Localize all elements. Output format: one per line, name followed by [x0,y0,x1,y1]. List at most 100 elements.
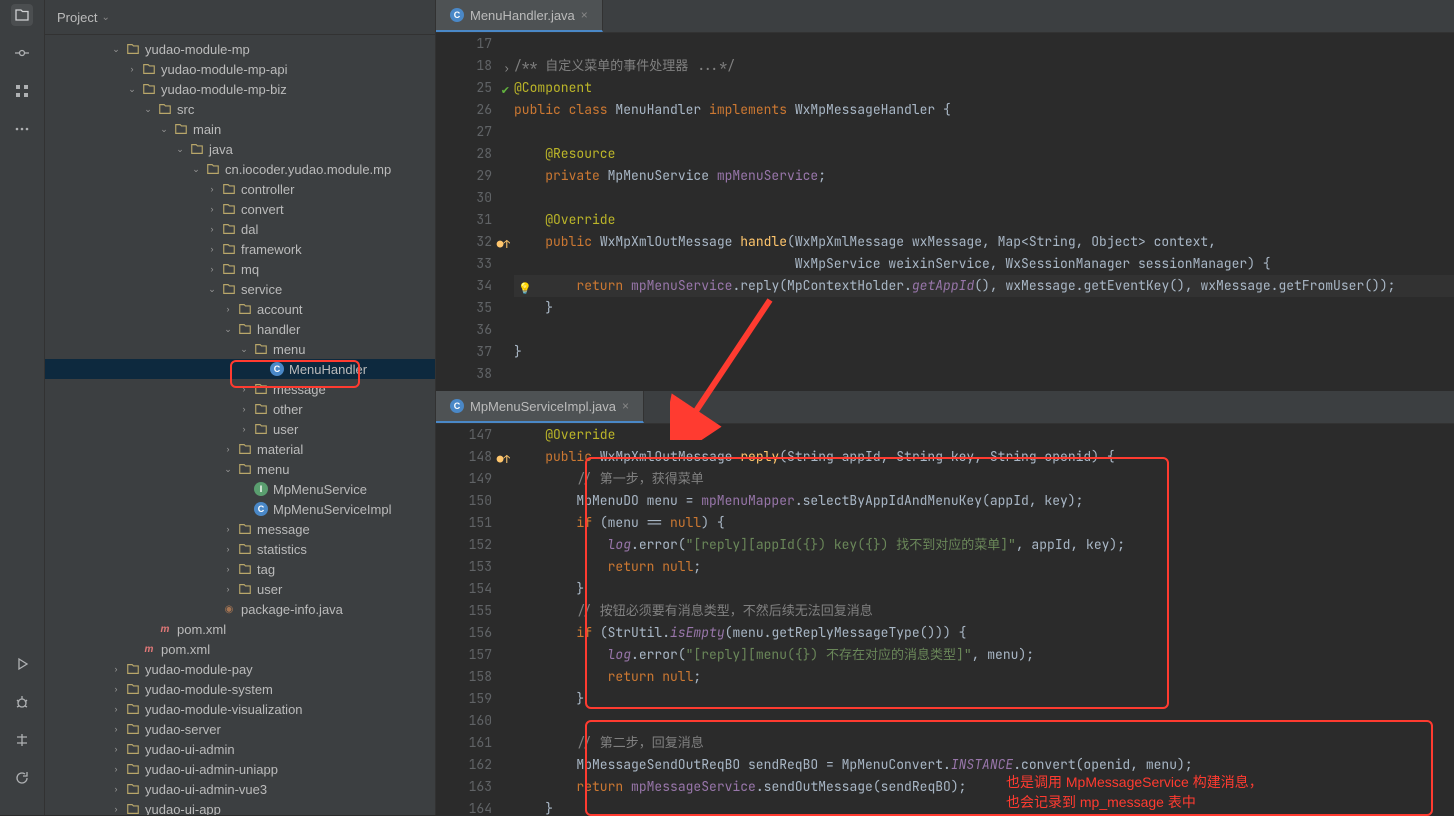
tree-row[interactable]: ⌄yudao-module-mp-biz [45,79,435,99]
tabbar-top: C MenuHandler.java × [436,0,1454,33]
tree-row[interactable]: ›mq [45,259,435,279]
tree-row[interactable]: ⌄handler [45,319,435,339]
tree-row[interactable]: ›controller [45,179,435,199]
tree-row[interactable]: ›tag [45,559,435,579]
tree-row[interactable]: ⌄main [45,119,435,139]
run-icon[interactable] [11,653,33,675]
tree-label: MpMenuServiceImpl [273,502,392,517]
tree-row[interactable]: ◉package-info.java [45,599,435,619]
folder-icon [253,421,269,437]
debug-icon[interactable] [11,691,33,713]
tree-row[interactable]: ›message [45,519,435,539]
folder-icon [125,741,141,757]
tree-row[interactable]: ⌄service [45,279,435,299]
tree-row[interactable]: mpom.xml [45,619,435,639]
tree-row[interactable]: ›yudao-ui-admin [45,739,435,759]
folder-icon [253,401,269,417]
build-icon[interactable] [11,729,33,751]
tree-row[interactable]: ›account [45,299,435,319]
tabbar-bottom: C MpMenuServiceImpl.java × [436,391,1454,424]
folder-icon [237,541,253,557]
tree-label: yudao-ui-admin [145,742,235,757]
tree-label: pom.xml [161,642,210,657]
folder-icon [221,241,237,257]
project-sidebar: Project ⌄ ⌄yudao-module-mp›yudao-module-… [45,0,436,815]
tree-label: material [257,442,303,457]
tree-row[interactable]: ›message [45,379,435,399]
tree-label: cn.iocoder.yudao.module.mp [225,162,391,177]
refresh-icon[interactable] [11,767,33,789]
maven-icon: m [141,641,157,657]
tree-row[interactable]: ›yudao-module-visualization [45,699,435,719]
tree-row[interactable]: IMpMenuService [45,479,435,499]
tree-row[interactable]: CMenuHandler [45,359,435,379]
folder-icon [237,521,253,537]
tree-label: src [177,102,194,117]
folder-icon [237,441,253,457]
project-tree[interactable]: ⌄yudao-module-mp›yudao-module-mp-api⌄yud… [45,35,435,815]
tree-row[interactable]: ›material [45,439,435,459]
tree-label: yudao-module-mp [145,42,250,57]
tab-label: MenuHandler.java [470,8,575,23]
tree-label: MenuHandler [289,362,367,377]
tree-row[interactable]: C MpMenuServiceImpl [45,499,435,519]
tab-label: MpMenuServiceImpl.java [470,399,616,414]
folder-icon [125,701,141,717]
folder-icon [221,281,237,297]
tree-row[interactable]: ›yudao-module-mp-api [45,59,435,79]
maven-icon: m [157,621,173,637]
tab-mpmenuserviceimpl[interactable]: C MpMenuServiceImpl.java × [436,391,644,423]
folder-icon [237,581,253,597]
folder-icon [157,101,173,117]
code-editor-top[interactable]: 1718›25✔26272829303132●↑3334💡35363738 /*… [436,33,1454,391]
tree-row[interactable]: ›yudao-ui-admin-uniapp [45,759,435,779]
tree-row[interactable]: m pom.xml [45,639,435,659]
tree-row[interactable]: ›user [45,419,435,439]
structure-icon[interactable] [11,80,33,102]
tab-menuhandler[interactable]: C MenuHandler.java × [436,0,603,32]
folder-icon [173,121,189,137]
tree-row[interactable]: ›convert [45,199,435,219]
tree-row[interactable]: ⌄src [45,99,435,119]
folder-icon [125,781,141,797]
close-icon[interactable]: × [581,8,588,22]
commit-icon[interactable] [11,42,33,64]
tree-row[interactable]: ›yudao-server [45,719,435,739]
tree-row[interactable]: ⌄menu [45,459,435,479]
tree-row[interactable]: ⌄cn.iocoder.yudao.module.mp [45,159,435,179]
class-icon: C [450,399,464,413]
tree-row[interactable]: ⌄menu [45,339,435,359]
tree-row[interactable]: ⌄yudao-module-mp [45,39,435,59]
tree-row[interactable]: ›other [45,399,435,419]
tree-label: other [273,402,303,417]
folder-icon [221,201,237,217]
tree-row[interactable]: ›statistics [45,539,435,559]
tree-row[interactable]: ›yudao-module-pay [45,659,435,679]
folder-icon [237,301,253,317]
more-icon[interactable] [11,118,33,140]
tree-label: yudao-ui-app [145,802,221,816]
tree-row[interactable]: ›framework [45,239,435,259]
tree-label: mq [241,262,259,277]
tree-label: main [193,122,221,137]
tree-label: message [257,522,310,537]
project-label: Project [57,10,97,25]
code-editor-bottom[interactable]: 147148●↑14915015115215315415515615715815… [436,424,1454,815]
tree-row[interactable]: ›dal [45,219,435,239]
class-icon: C [253,501,269,517]
tree-row[interactable]: ›yudao-module-system [45,679,435,699]
tree-row[interactable]: ⌄java [45,139,435,159]
project-view-icon[interactable] [11,4,33,26]
folder-icon [141,61,157,77]
folder-icon [221,261,237,277]
folder-icon [205,161,221,177]
tree-row[interactable]: ›yudao-ui-admin-vue3 [45,779,435,799]
tree-row[interactable]: ›yudao-ui-app [45,799,435,815]
project-header[interactable]: Project ⌄ [45,0,435,35]
folder-icon [189,141,205,157]
tree-label: yudao-module-mp-biz [161,82,287,97]
chevron-down-icon: ⌄ [101,12,109,23]
folder-icon [221,181,237,197]
close-icon[interactable]: × [622,399,629,413]
tree-row[interactable]: ›user [45,579,435,599]
